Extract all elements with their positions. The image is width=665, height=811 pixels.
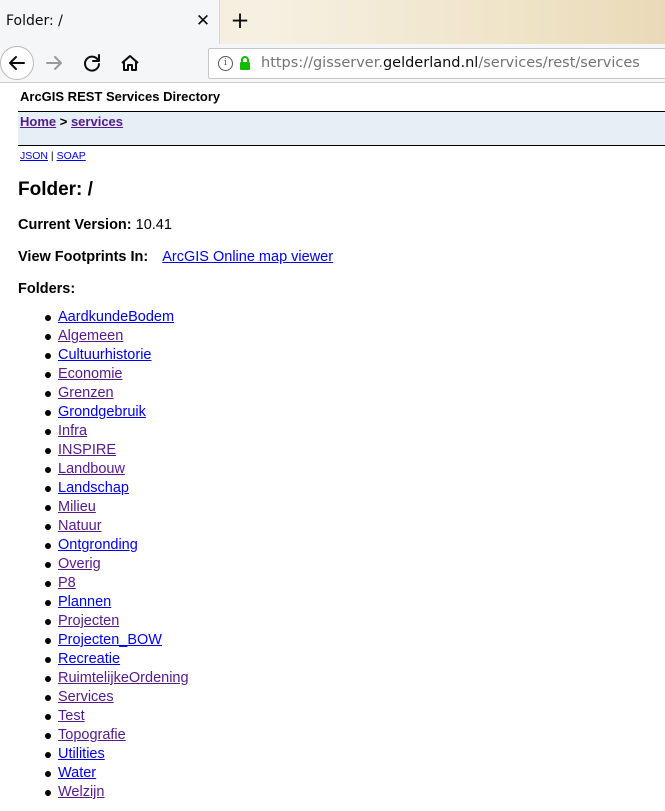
list-item: Water xyxy=(0,764,189,783)
page-title: Folder: / xyxy=(18,179,93,200)
list-item: Welzijn xyxy=(0,783,189,802)
url-path: /services/rest/services xyxy=(478,55,640,71)
list-item: INSPIRE xyxy=(0,441,189,460)
new-tab-button[interactable]: + xyxy=(228,8,252,34)
folder-link[interactable]: Recreatie xyxy=(58,651,120,667)
list-item: Natuur xyxy=(0,517,189,536)
current-version: Current Version: 10.41 xyxy=(18,217,172,233)
forward-arrow-icon xyxy=(46,56,62,70)
list-item: Recreatie xyxy=(0,650,189,669)
soap-link[interactable]: SOAP xyxy=(57,150,86,162)
reload-button[interactable] xyxy=(76,47,108,79)
list-item: Algemeen xyxy=(0,327,189,346)
back-button[interactable] xyxy=(0,46,34,80)
folder-link[interactable]: Natuur xyxy=(58,518,102,534)
list-item: RuimtelijkeOrdening xyxy=(0,669,189,688)
breadcrumb-bar: Home > services xyxy=(18,111,665,146)
folder-link[interactable]: Projecten_BOW xyxy=(58,632,162,648)
breadcrumb-home-link[interactable]: Home xyxy=(20,114,56,129)
format-separator: | xyxy=(48,150,57,162)
version-label: Current Version: xyxy=(18,217,132,233)
list-item: Landbouw xyxy=(0,460,189,479)
list-item: Utilities xyxy=(0,745,189,764)
json-link[interactable]: JSON xyxy=(20,150,48,162)
back-arrow-icon xyxy=(9,56,25,70)
list-item: Projecten_BOW xyxy=(0,631,189,650)
url-host: gelderland.nl xyxy=(382,55,479,71)
folder-link[interactable]: RuimtelijkeOrdening xyxy=(58,670,189,686)
folder-link[interactable]: Infra xyxy=(58,423,87,439)
folder-link[interactable]: Water xyxy=(58,765,96,781)
home-button[interactable] xyxy=(114,47,146,79)
list-item: Economie xyxy=(0,365,189,384)
folder-link[interactable]: Algemeen xyxy=(58,328,123,344)
folder-link[interactable]: Landschap xyxy=(58,480,129,496)
folder-link[interactable]: Landbouw xyxy=(58,461,125,477)
list-item: Plannen xyxy=(0,593,189,612)
lock-icon xyxy=(240,56,250,70)
navigation-toolbar: i https://gisserver.gelderland.nl/servic… xyxy=(0,44,665,83)
folder-link[interactable]: Welzijn xyxy=(58,784,104,800)
list-item: Services xyxy=(0,688,189,707)
list-item: Test xyxy=(0,707,189,726)
breadcrumb-separator: > xyxy=(56,114,71,129)
forward-button[interactable] xyxy=(38,47,70,79)
folder-link[interactable]: Topografie xyxy=(58,727,126,743)
view-footprints: View Footprints In: ArcGIS Online map vie… xyxy=(18,249,333,265)
tab-title: Folder: / xyxy=(6,13,63,29)
tab-active[interactable]: Folder: / ✕ xyxy=(0,0,220,44)
list-item: Milieu xyxy=(0,498,189,517)
folder-link[interactable]: Projecten xyxy=(58,613,119,629)
folder-link[interactable]: Economie xyxy=(58,366,122,382)
list-item: AardkundeBodem xyxy=(0,308,189,327)
version-value: 10.41 xyxy=(135,217,172,233)
list-item: Ontgronding xyxy=(0,536,189,555)
reload-icon xyxy=(84,54,100,72)
list-item: Grondgebruik xyxy=(0,403,189,422)
folder-link[interactable]: Plannen xyxy=(58,594,111,610)
folder-link[interactable]: Services xyxy=(58,689,114,705)
footprints-label: View Footprints In: xyxy=(18,249,149,265)
folder-link[interactable]: AardkundeBodem xyxy=(58,309,174,325)
info-icon[interactable]: i xyxy=(218,56,233,71)
folder-link[interactable]: Grenzen xyxy=(58,385,114,401)
breadcrumb: Home > services xyxy=(20,114,123,129)
folder-link[interactable]: Test xyxy=(58,708,85,724)
page-content: ArcGIS REST Services Directory Home > se… xyxy=(0,83,665,811)
url-text[interactable]: https://gisserver.gelderland.nl/services… xyxy=(261,55,640,71)
breadcrumb-services-link[interactable]: services xyxy=(71,114,123,129)
folder-link[interactable]: Grondgebruik xyxy=(58,404,146,420)
folder-list: AardkundeBodem Algemeen Cultuurhistorie Eco… xyxy=(0,308,189,802)
list-item: Cultuurhistorie xyxy=(0,346,189,365)
folder-link[interactable]: Ontgronding xyxy=(58,537,138,553)
format-links: JSON | SOAP xyxy=(20,150,86,162)
address-bar[interactable]: i https://gisserver.gelderland.nl/servic… xyxy=(208,48,665,79)
directory-title: ArcGIS REST Services Directory xyxy=(20,89,221,104)
folder-link[interactable]: INSPIRE xyxy=(58,442,116,458)
arcgis-online-viewer-link[interactable]: ArcGIS Online map viewer xyxy=(162,249,333,265)
folder-link[interactable]: Milieu xyxy=(58,499,96,515)
list-item: Landschap xyxy=(0,479,189,498)
folders-label: Folders: xyxy=(18,281,76,297)
list-item: Topografie xyxy=(0,726,189,745)
list-item: Grenzen xyxy=(0,384,189,403)
folder-link[interactable]: Cultuurhistorie xyxy=(58,347,152,363)
folder-link[interactable]: P8 xyxy=(58,575,76,591)
tab-strip: Folder: / ✕ + xyxy=(0,0,665,44)
close-tab-icon[interactable]: ✕ xyxy=(193,10,213,32)
list-item: Infra xyxy=(0,422,189,441)
list-item: Overig xyxy=(0,555,189,574)
list-item: Projecten xyxy=(0,612,189,631)
url-prefix: https://gisserver. xyxy=(261,55,383,71)
folder-link[interactable]: Utilities xyxy=(58,746,105,762)
folder-link[interactable]: Overig xyxy=(58,556,101,572)
list-item: P8 xyxy=(0,574,189,593)
home-icon xyxy=(121,55,139,71)
